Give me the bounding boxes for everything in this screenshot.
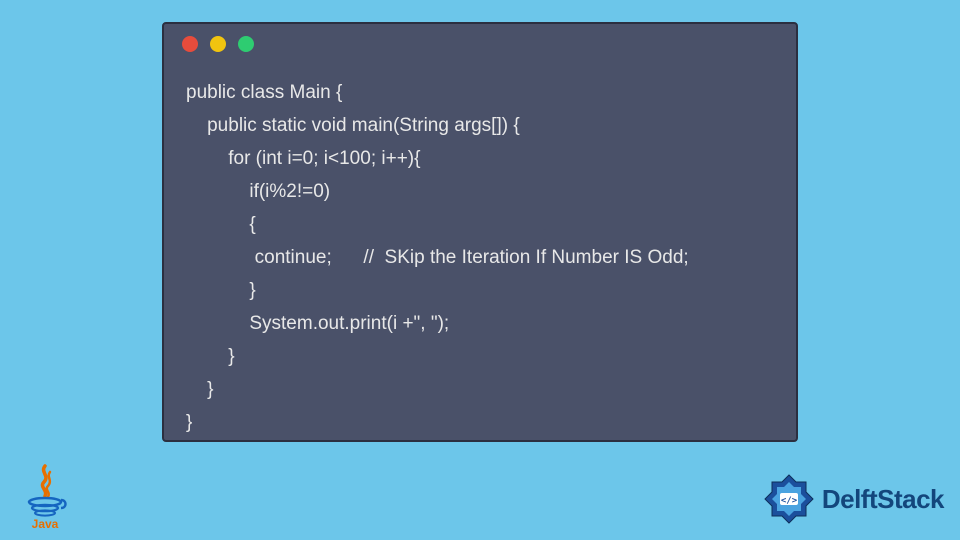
- window-titlebar: [164, 24, 796, 64]
- close-icon: [182, 36, 198, 52]
- delftstack-text: DelftStack: [822, 484, 944, 515]
- delftstack-logo: </> DelftStack: [762, 472, 944, 526]
- delftstack-badge-icon: </>: [762, 472, 816, 526]
- code-window: public class Main { public static void m…: [162, 22, 798, 442]
- code-block: public class Main { public static void m…: [164, 64, 796, 440]
- java-logo-icon: Java: [18, 462, 72, 530]
- svg-text:</>: </>: [781, 496, 798, 506]
- maximize-icon: [238, 36, 254, 52]
- minimize-icon: [210, 36, 226, 52]
- svg-text:Java: Java: [32, 517, 59, 530]
